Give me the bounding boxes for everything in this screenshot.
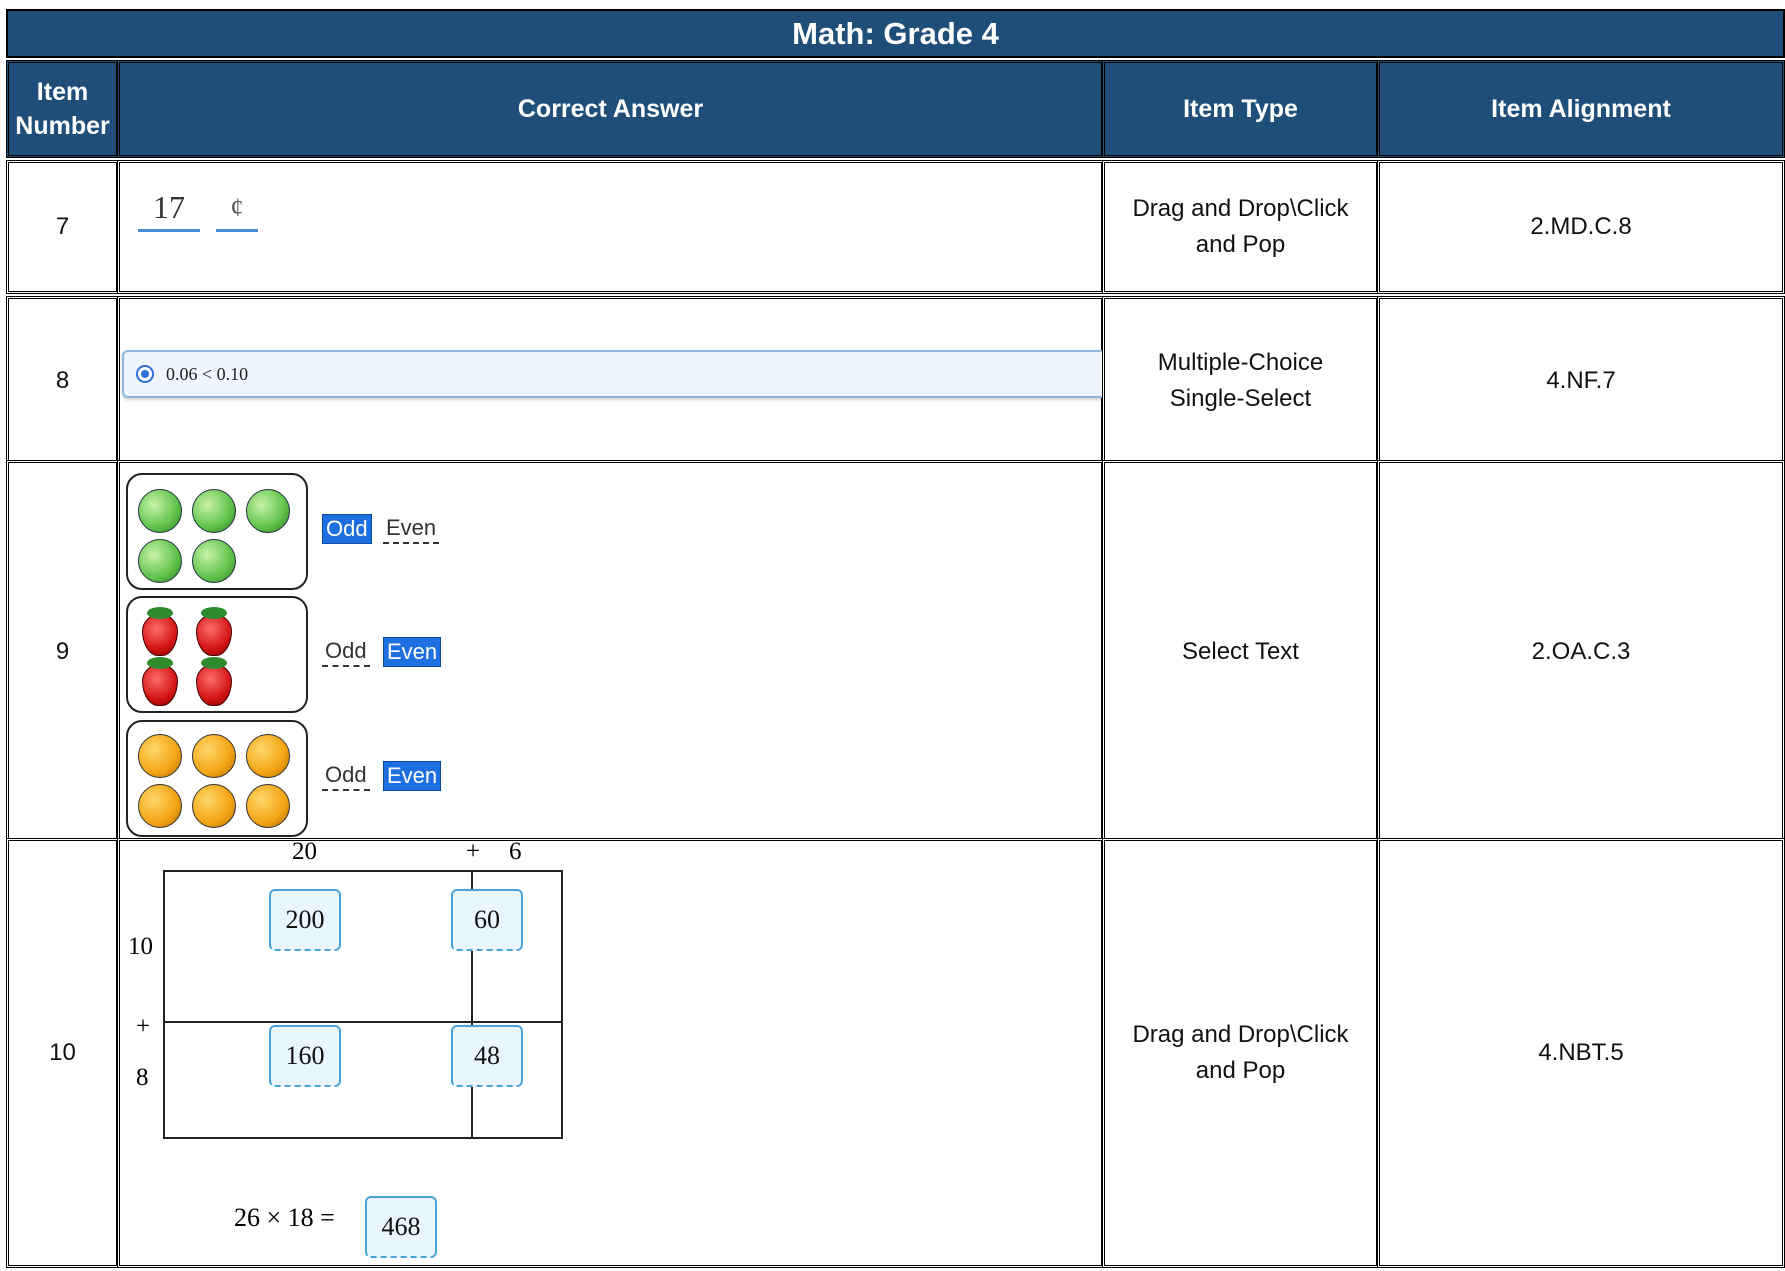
strawberry-icon <box>142 657 178 706</box>
orange-icon <box>192 734 236 778</box>
apple-icon <box>192 489 236 533</box>
row-10-item-number: 10 <box>6 838 119 1268</box>
area-side-bottom-label: 8 <box>136 1064 149 1091</box>
odd-token-selected[interactable]: Odd <box>322 514 372 544</box>
orange-icon <box>246 784 290 828</box>
row-9-correct-answer: Odd Even Odd Even Odd Even <box>117 460 1104 844</box>
equation-label: 26 × 18 = <box>234 1203 335 1232</box>
area-cell-answer[interactable]: 48 <box>451 1025 523 1087</box>
area-grid-hline <box>165 1021 561 1023</box>
row-9-item-number: 9 <box>6 460 119 844</box>
choice-label: 0.06 < 0.10 <box>166 363 249 384</box>
odd-token[interactable]: Odd <box>322 637 370 667</box>
area-top-plus: + <box>466 838 481 865</box>
strawberry-icon <box>196 607 232 656</box>
row-9-item-alignment: 2.OA.C.3 <box>1377 460 1785 844</box>
strawberry-icon <box>196 657 232 706</box>
row-10-item-alignment: 4.NBT.5 <box>1377 838 1785 1268</box>
table-title: Math: Grade 4 <box>6 9 1785 58</box>
choice-option[interactable]: 0.06 < 0.10 <box>122 350 1104 398</box>
row-9-item-type: Select Text <box>1102 460 1379 844</box>
orange-icon <box>192 784 236 828</box>
strawberry-icon <box>142 607 178 656</box>
header-correct-answer: Correct Answer <box>117 60 1104 158</box>
orange-icon <box>246 734 290 778</box>
header-item-type: Item Type <box>1102 60 1379 158</box>
even-token-selected[interactable]: Even <box>383 761 442 791</box>
row-10-item-type: Drag and Drop\Click and Pop <box>1102 838 1379 1268</box>
apple-group <box>126 473 308 590</box>
row-7-item-number: 7 <box>6 160 119 294</box>
area-top-left-label: 20 <box>292 838 317 865</box>
area-cell-answer[interactable]: 160 <box>269 1025 341 1087</box>
apple-icon <box>246 489 290 533</box>
area-cell-answer[interactable]: 200 <box>269 889 341 951</box>
row-7-item-type: Drag and Drop\Click and Pop <box>1102 160 1379 294</box>
row-8-item-alignment: 4.NF.7 <box>1377 296 1785 466</box>
orange-icon <box>138 734 182 778</box>
area-side-plus: + <box>136 1013 151 1040</box>
area-side-top-label: 10 <box>128 933 153 960</box>
area-top-right-label: 6 <box>509 838 522 865</box>
apple-icon <box>138 539 182 583</box>
even-token-selected[interactable]: Even <box>383 637 442 667</box>
row-8-item-type: Multiple-Choice Single-Select <box>1102 296 1379 466</box>
radio-selected-icon[interactable] <box>136 365 154 383</box>
apple-icon <box>138 489 182 533</box>
row-7-item-alignment: 2.MD.C.8 <box>1377 160 1785 294</box>
area-cell-answer[interactable]: 60 <box>451 889 523 951</box>
row-10-correct-answer: 20 + 6 10 + 8 200 60 160 48 26 × 18 = 46… <box>117 838 1104 1268</box>
apple-icon <box>192 539 236 583</box>
area-model: 20 + 6 10 + 8 200 60 160 48 26 × 18 = 46… <box>120 838 563 1271</box>
odd-token[interactable]: Odd <box>322 761 370 791</box>
row-7-correct-answer: 17 ¢ <box>117 160 1104 294</box>
orange-group <box>126 720 308 837</box>
answer-blank-value: 17 <box>138 189 200 232</box>
strawberry-group <box>126 596 308 713</box>
orange-icon <box>138 784 182 828</box>
header-item-number: Item Number <box>6 60 119 158</box>
row-8-item-number: 8 <box>6 296 119 466</box>
row-8-correct-answer: 0.06 < 0.10 <box>117 296 1104 466</box>
product-answer[interactable]: 468 <box>365 1196 437 1258</box>
answer-blank-unit: ¢ <box>216 193 258 232</box>
header-item-alignment: Item Alignment <box>1377 60 1785 158</box>
even-token[interactable]: Even <box>383 514 440 544</box>
